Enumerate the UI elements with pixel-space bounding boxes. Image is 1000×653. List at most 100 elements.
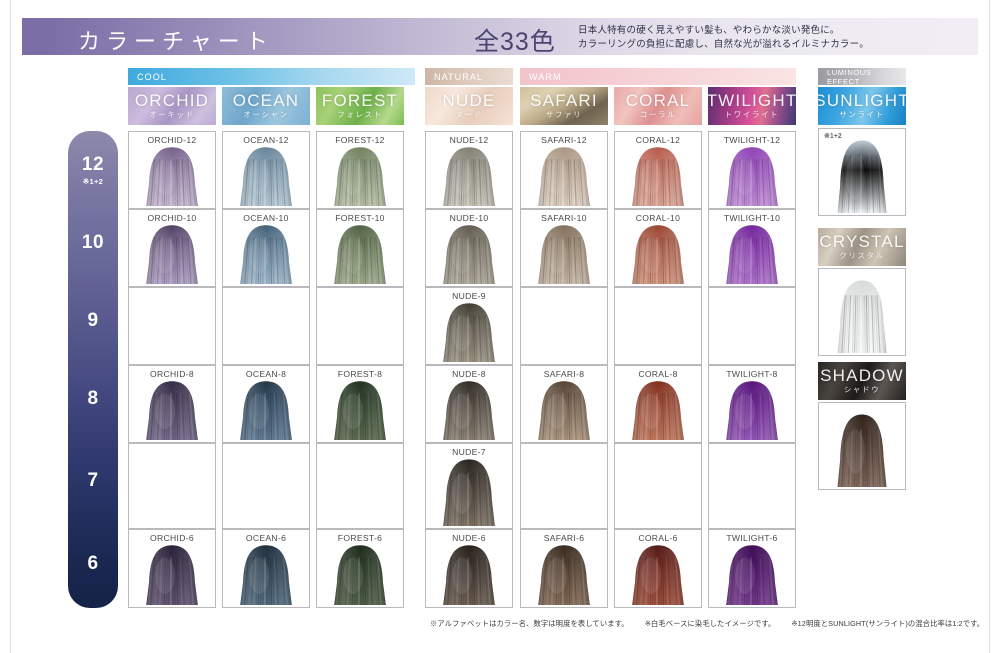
hair-swatch	[237, 224, 295, 284]
swatch-label: ORCHID-8	[129, 369, 215, 379]
column-header-name-jp: サンライト	[839, 109, 885, 120]
swatch-cell-ocean-12[interactable]: OCEAN-12	[222, 131, 310, 209]
column-header-twilight[interactable]: TWILIGHTトワイライト	[708, 87, 796, 125]
level-number: 10	[82, 232, 104, 254]
column-header-shadow[interactable]: SHADOWシャドウ	[818, 362, 906, 400]
swatch-cell-safari-6[interactable]: SAFARI-6	[520, 529, 608, 608]
swatch-cell-nude-12[interactable]: NUDE-12	[425, 131, 513, 209]
page-header: カラーチャート 全33色 日本人特有の硬く見えやすい髪も、やわらかな淡い発色に。…	[0, 0, 1000, 68]
hair-swatch	[237, 380, 295, 440]
hair-swatch	[237, 146, 295, 206]
level-label-8: 8	[68, 388, 118, 410]
swatch-cell-shadow[interactable]	[818, 402, 906, 490]
swatch-label: NUDE-12	[426, 135, 512, 145]
column-header-ocean[interactable]: OCEANオーシャン	[222, 87, 310, 125]
column-header-name-jp: フォレスト	[337, 109, 383, 120]
column-header-safari[interactable]: SAFARIサファリ	[520, 87, 608, 125]
swatch-cell-safari-8[interactable]: SAFARI-8	[520, 365, 608, 443]
swatch-cell-ocean-8[interactable]: OCEAN-8	[222, 365, 310, 443]
page-edge-right	[989, 0, 990, 653]
hair-swatch	[535, 380, 593, 440]
swatch-cell-orchid-6[interactable]: ORCHID-6	[128, 529, 216, 608]
swatch-label: CORAL-6	[615, 533, 701, 543]
swatch-cell-twilight-6[interactable]: TWILIGHT-6	[708, 529, 796, 608]
swatch-cell-nude-8[interactable]: NUDE-8	[425, 365, 513, 443]
hair-swatch	[237, 544, 295, 605]
swatch-label: NUDE-10	[426, 213, 512, 223]
swatch-label: SAFARI-8	[521, 369, 607, 379]
hair-swatch	[723, 224, 781, 284]
swatch-cell-coral-6[interactable]: CORAL-6	[614, 529, 702, 608]
swatch-cell-twilight-10[interactable]: TWILIGHT-10	[708, 209, 796, 287]
group-banner-label: COOL	[137, 72, 167, 82]
hair-swatch	[143, 544, 201, 605]
hair-swatch	[629, 544, 687, 605]
hair-swatch	[143, 224, 201, 284]
swatch-cell-twilight-12[interactable]: TWILIGHT-12	[708, 131, 796, 209]
column-header-nude[interactable]: NUDEヌード	[425, 87, 513, 125]
empty-cell-coral-9	[614, 287, 702, 365]
hair-swatch	[331, 224, 389, 284]
swatch-cell-orchid-8[interactable]: ORCHID-8	[128, 365, 216, 443]
swatch-cell-twilight-8[interactable]: TWILIGHT-8	[708, 365, 796, 443]
hair-swatch	[835, 279, 890, 353]
hair-swatch	[723, 146, 781, 206]
hair-swatch	[629, 224, 687, 284]
swatch-cell-nude-9[interactable]: NUDE-9	[425, 287, 513, 365]
level-number: 9	[87, 310, 98, 332]
swatch-label: TWILIGHT-8	[709, 369, 795, 379]
swatch-cell-ocean-6[interactable]: OCEAN-6	[222, 529, 310, 608]
column-header-name-jp: サファリ	[546, 109, 582, 120]
hair-swatch	[440, 146, 498, 206]
column-header-crystal[interactable]: CRYSTALクリスタル	[818, 228, 906, 266]
swatch-cell-sunlight[interactable]: ※1+2	[818, 128, 906, 216]
swatch-cell-nude-10[interactable]: NUDE-10	[425, 209, 513, 287]
level-number: 12	[82, 154, 104, 176]
empty-cell-forest-9	[316, 287, 404, 365]
swatch-cell-safari-10[interactable]: SAFARI-10	[520, 209, 608, 287]
header-description-line1: 日本人特有の硬く見えやすい髪も、やわらかな淡い発色に。	[578, 24, 869, 38]
column-header-sunlight[interactable]: SUNLIGHTサンライト	[818, 87, 906, 125]
hair-swatch	[535, 224, 593, 284]
hair-swatch	[629, 380, 687, 440]
swatch-cell-forest-8[interactable]: FOREST-8	[316, 365, 404, 443]
swatch-label: NUDE-9	[426, 291, 512, 301]
column-header-name-en: CRYSTAL	[819, 233, 904, 251]
hair-swatch	[143, 380, 201, 440]
swatch-cell-ocean-10[interactable]: OCEAN-10	[222, 209, 310, 287]
group-banner-label: WARM	[529, 72, 562, 82]
hair-swatch	[535, 146, 593, 206]
group-banner-natural: NATURAL	[425, 68, 513, 85]
column-header-name-en: CORAL	[626, 92, 691, 110]
swatch-cell-coral-10[interactable]: CORAL-10	[614, 209, 702, 287]
group-banner-warm: WARM	[520, 68, 796, 85]
column-header-orchid[interactable]: ORCHIDオーキッド	[128, 87, 216, 125]
hair-swatch	[835, 413, 890, 487]
swatch-cell-safari-12[interactable]: SAFARI-12	[520, 131, 608, 209]
level-label-10: 10	[68, 232, 118, 254]
column-header-name-en: SHADOW	[820, 367, 904, 385]
swatch-cell-orchid-10[interactable]: ORCHID-10	[128, 209, 216, 287]
level-label-9: 9	[68, 310, 118, 332]
swatch-cell-orchid-12[interactable]: ORCHID-12	[128, 131, 216, 209]
swatch-cell-coral-8[interactable]: CORAL-8	[614, 365, 702, 443]
hair-swatch	[331, 380, 389, 440]
level-number: 7	[87, 470, 98, 492]
hair-swatch	[331, 544, 389, 605]
swatch-cell-coral-12[interactable]: CORAL-12	[614, 131, 702, 209]
swatch-cell-forest-12[interactable]: FOREST-12	[316, 131, 404, 209]
swatch-cell-nude-7[interactable]: NUDE-7	[425, 443, 513, 529]
swatch-label: SAFARI-6	[521, 533, 607, 543]
level-scale-bar	[68, 131, 118, 608]
swatch-cell-forest-6[interactable]: FOREST-6	[316, 529, 404, 608]
column-header-forest[interactable]: FORESTフォレスト	[316, 87, 404, 125]
hair-swatch	[440, 380, 498, 440]
footnote-3: ※12明度とSUNLIGHT(サンライト)の混合比率は1:2です。	[791, 619, 984, 628]
column-header-coral[interactable]: CORALコーラル	[614, 87, 702, 125]
swatch-cell-crystal[interactable]	[818, 268, 906, 356]
empty-cell-ocean-9	[222, 287, 310, 365]
swatch-cell-nude-6[interactable]: NUDE-6	[425, 529, 513, 608]
empty-cell-orchid-9	[128, 287, 216, 365]
swatch-cell-forest-10[interactable]: FOREST-10	[316, 209, 404, 287]
hair-swatch	[331, 146, 389, 206]
